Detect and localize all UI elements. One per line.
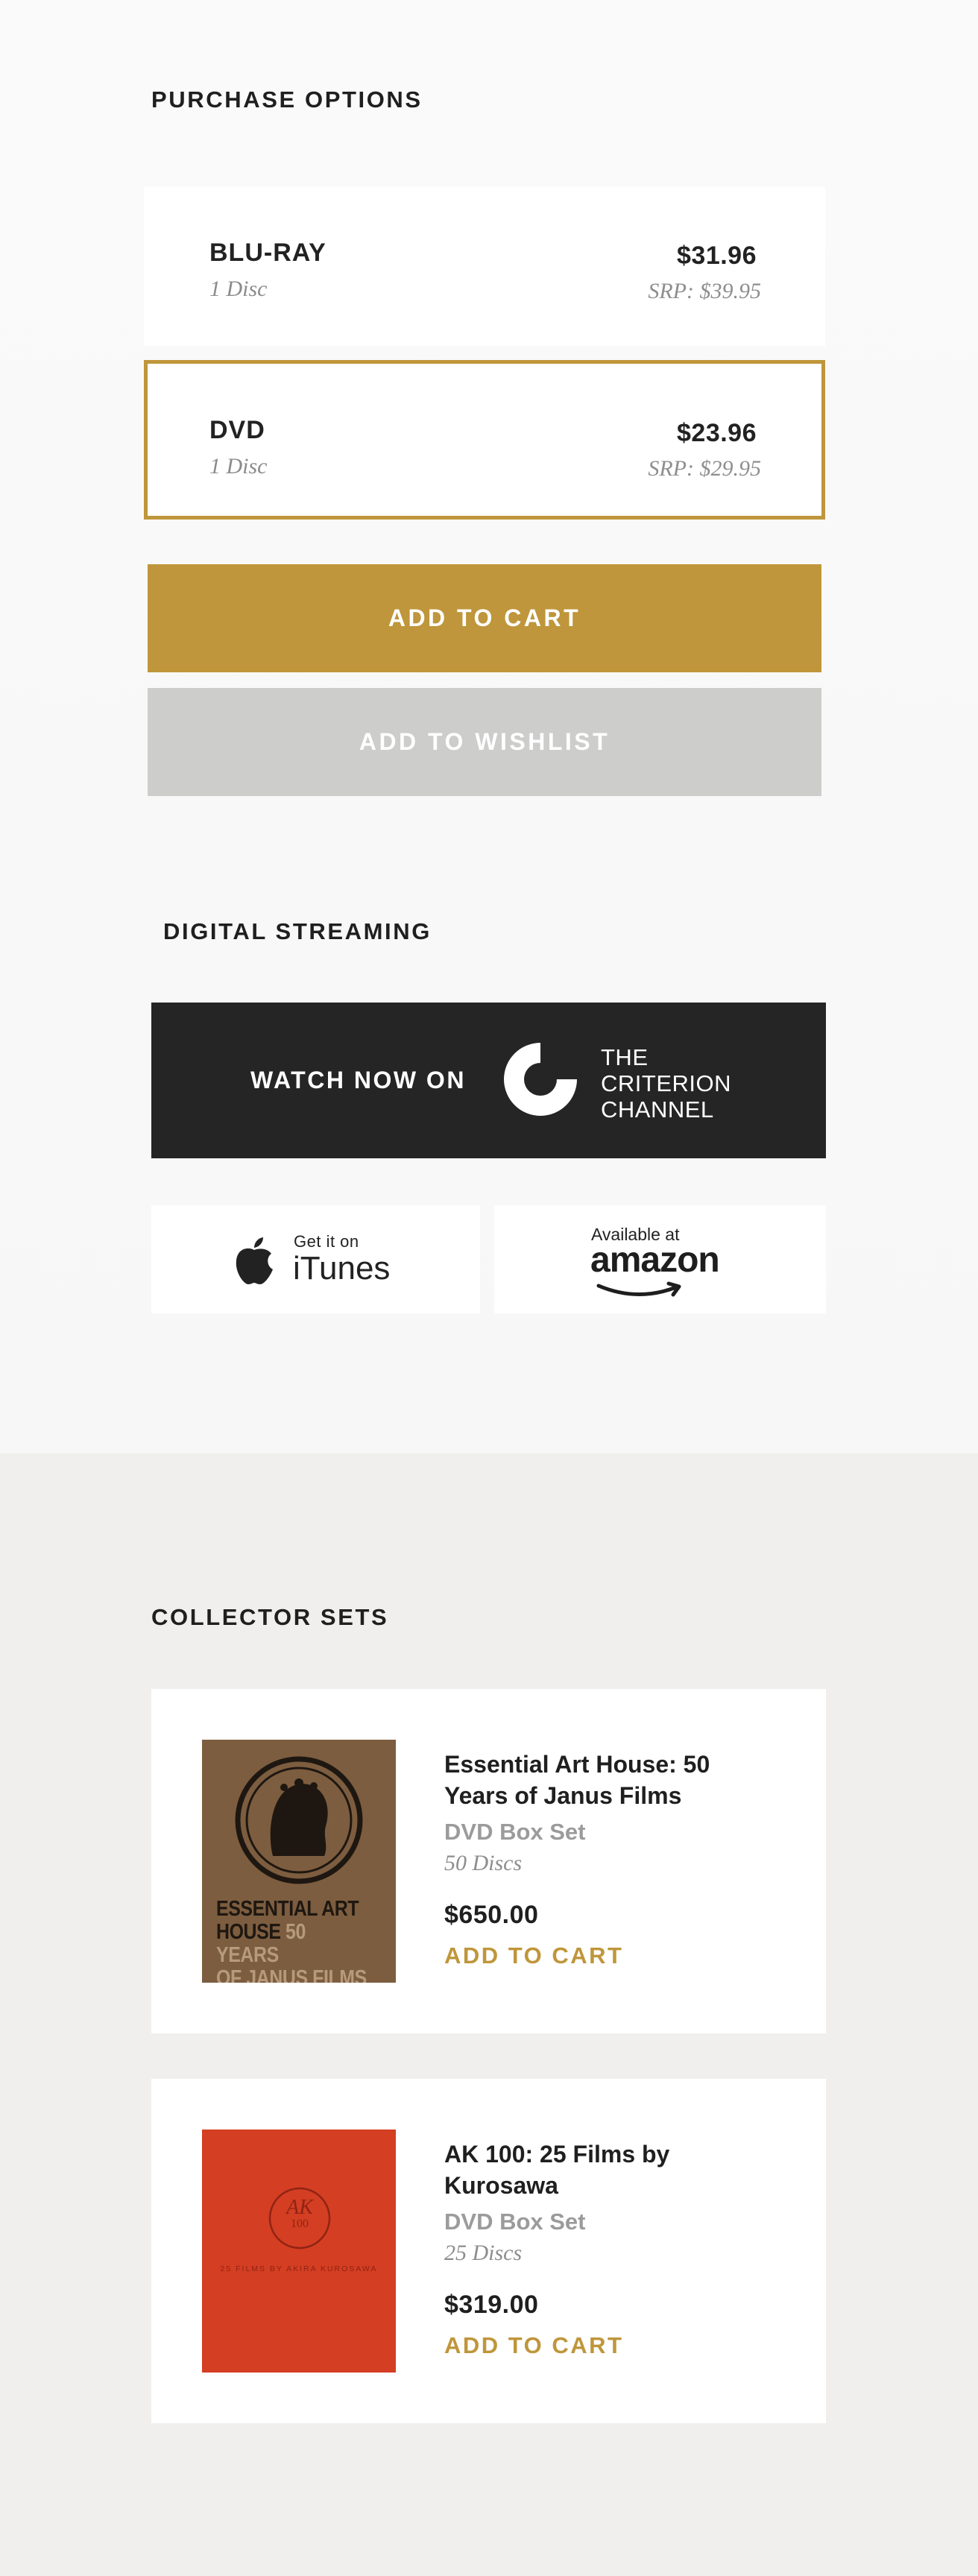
criterion-channel-button[interactable]: WATCH NOW ON THE CRITERION CHANNEL	[151, 1003, 826, 1158]
janus-cover-title: ESSENTIAL ART HOUSE 50 YEARS OF JANUS FI…	[216, 1898, 367, 1983]
janus-box-set-cover[interactable]: ESSENTIAL ART HOUSE 50 YEARS OF JANUS FI…	[202, 1740, 396, 1983]
amazon-label: amazon	[590, 1240, 720, 1280]
criterion-brand-line: THE	[601, 1044, 649, 1070]
add-to-wishlist-button[interactable]: ADD TO WISHLIST	[148, 688, 821, 796]
set-title[interactable]: Essential Art House: 50 Years of Janus F…	[444, 1749, 772, 1811]
set-discs: 25 Discs	[444, 2241, 523, 2265]
add-to-cart-button[interactable]: ADD TO CART	[148, 564, 821, 672]
collector-set-card: AK 100 25 FILMS BY AKIRA KUROSAWA AK 100…	[151, 2079, 826, 2423]
option-price: $31.96	[677, 242, 757, 270]
cover-line: 25 FILMS BY AKIRA KUROSAWA	[220, 2264, 378, 2273]
purchase-options-heading: PURCHASE OPTIONS	[151, 86, 423, 113]
set-title[interactable]: AK 100: 25 Films by Kurosawa	[444, 2138, 772, 2201]
cover-line: 100	[291, 2217, 309, 2230]
set-add-to-cart-link[interactable]: ADD TO CART	[444, 1942, 623, 1969]
option-srp: SRP: $29.95	[648, 456, 761, 481]
apple-icon	[236, 1237, 273, 1284]
kurosawa-box-set-cover[interactable]: AK 100 25 FILMS BY AKIRA KUROSAWA	[202, 2130, 396, 2373]
set-format: DVD Box Set	[444, 1819, 586, 1845]
criterion-brand-line: CRITERION	[601, 1070, 731, 1096]
option-discs: 1 Disc	[209, 454, 268, 479]
itunes-button[interactable]: Get it on iTunes	[151, 1205, 480, 1313]
criterion-brand-line: CHANNEL	[601, 1096, 714, 1123]
amazon-smile-icon	[596, 1281, 681, 1297]
criterion-logo-icon	[504, 1041, 578, 1116]
collector-set-card: ESSENTIAL ART HOUSE 50 YEARS OF JANUS FI…	[151, 1689, 826, 2033]
cover-line: OF JANUS FILMS	[216, 1966, 367, 1983]
cover-line: HOUSE	[216, 1920, 281, 1944]
digital-streaming-heading: DIGITAL STREAMING	[163, 918, 432, 944]
ak-emblem-text: AK 100	[268, 2196, 332, 2231]
option-srp: SRP: $39.95	[648, 279, 761, 303]
set-add-to-cart-link[interactable]: ADD TO CART	[444, 2332, 623, 2359]
amazon-button[interactable]: Available at amazon	[494, 1205, 826, 1313]
watch-now-label: WATCH NOW ON	[250, 1067, 466, 1093]
purchase-option-blu-ray[interactable]: BLU-RAY 1 Disc $31.96 SRP: $39.95	[144, 186, 825, 346]
set-price: $319.00	[444, 2291, 539, 2319]
option-name: DVD	[209, 416, 265, 444]
purchase-option-dvd[interactable]: DVD 1 Disc $23.96 SRP: $29.95	[144, 360, 825, 520]
criterion-brand: THE CRITERION CHANNEL	[601, 1044, 731, 1123]
itunes-label: iTunes	[293, 1250, 391, 1287]
set-discs: 50 Discs	[444, 1851, 523, 1875]
janus-coin-icon	[235, 1756, 363, 1884]
option-discs: 1 Disc	[209, 277, 268, 301]
option-price: $23.96	[677, 419, 757, 447]
cover-line: AK	[286, 2196, 313, 2219]
set-format: DVD Box Set	[444, 2209, 586, 2235]
set-price: $650.00	[444, 1901, 539, 1929]
option-name: BLU-RAY	[209, 239, 326, 267]
collector-sets-heading: COLLECTOR SETS	[151, 1604, 389, 1630]
itunes-small-label: Get it on	[294, 1232, 359, 1251]
cover-line: ESSENTIAL ART	[216, 1897, 359, 1921]
